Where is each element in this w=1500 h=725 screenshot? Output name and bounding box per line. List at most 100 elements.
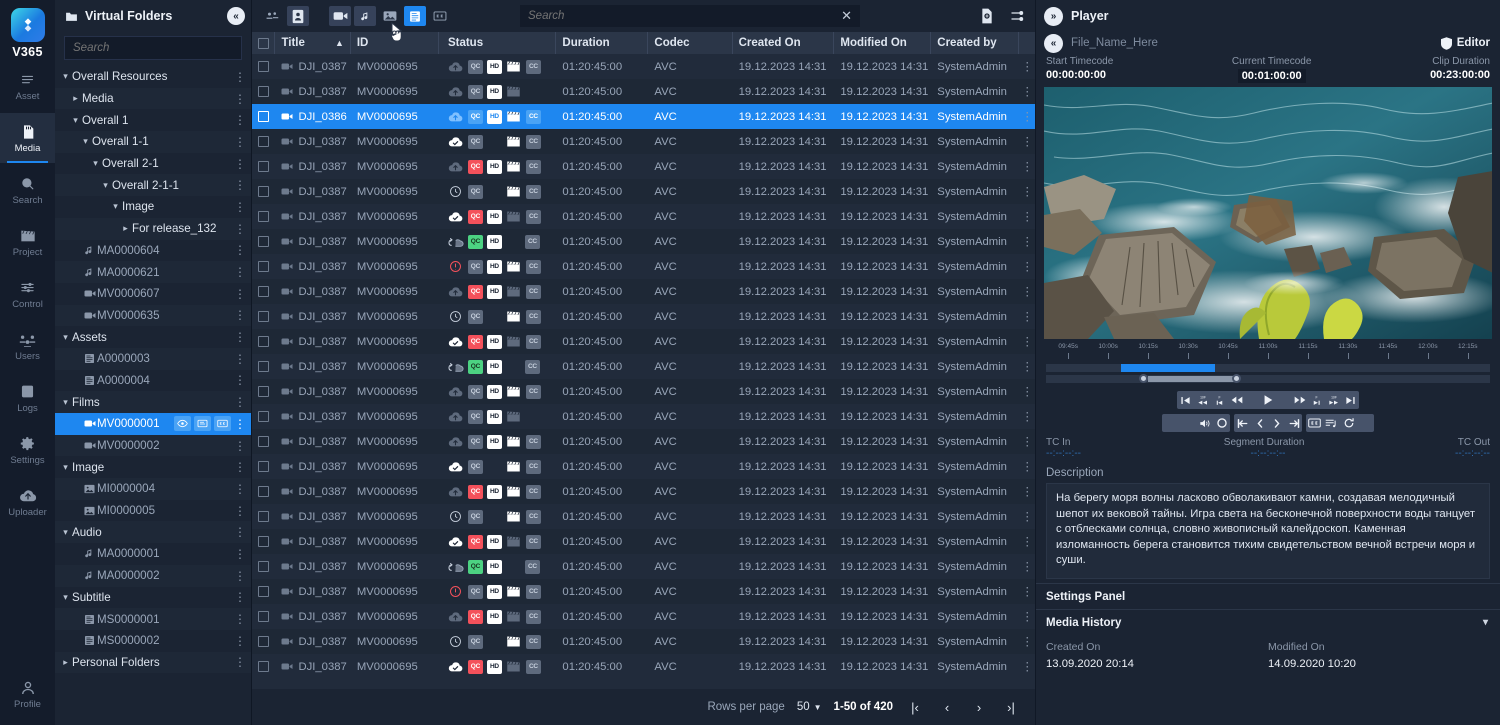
tree-node-menu-icon[interactable]: ⋮ bbox=[233, 504, 247, 518]
table-row[interactable]: DJI_0387 MV0000695 QC HD CC 01:20:45:00 AVC 19.… bbox=[252, 579, 1035, 604]
last-page-button[interactable]: ›| bbox=[1001, 697, 1021, 717]
row-checkbox[interactable] bbox=[252, 354, 275, 379]
row-checkbox[interactable] bbox=[252, 304, 275, 329]
tree-node-selected[interactable]: MV0000001 ⋮ bbox=[55, 413, 251, 435]
tree-node-menu-icon[interactable]: ⋮ bbox=[233, 373, 247, 387]
row-menu-icon[interactable]: ⋮ bbox=[1019, 354, 1035, 379]
tree-node-menu-icon[interactable]: ⋮ bbox=[233, 222, 247, 236]
tree-node[interactable]: MV0000607 ⋮ bbox=[55, 283, 251, 305]
first-page-button[interactable]: |‹ bbox=[905, 697, 925, 717]
row-checkbox[interactable] bbox=[252, 229, 275, 254]
tree-node-menu-icon[interactable]: ⋮ bbox=[233, 243, 247, 257]
chevron-down-icon[interactable]: ▾ bbox=[69, 115, 82, 126]
row-menu-icon[interactable]: ⋮ bbox=[1019, 579, 1035, 604]
table-row[interactable]: DJI_0387 MV0000695 QC HD CC 01:20:45:00 AVC 19.… bbox=[252, 654, 1035, 679]
timeline-track[interactable] bbox=[1046, 364, 1490, 372]
tree-node-menu-icon[interactable]: ⋮ bbox=[233, 135, 247, 149]
expand-right-icon[interactable]: » bbox=[1044, 6, 1063, 26]
table-row[interactable]: DJI_0387 MV0000695 QC HD CC 01:20:45:00 AVC 19.… bbox=[252, 479, 1035, 504]
row-checkbox[interactable] bbox=[252, 604, 275, 629]
next-page-button[interactable]: › bbox=[969, 697, 989, 717]
column-header-created_by[interactable]: Created by bbox=[931, 32, 1020, 54]
row-menu-icon[interactable]: ⋮ bbox=[1019, 479, 1035, 504]
monitor-icon[interactable] bbox=[194, 416, 211, 432]
tree-node[interactable]: ▾ Subtitle ⋮ bbox=[55, 587, 251, 609]
loop-icon[interactable] bbox=[1340, 414, 1357, 432]
eye-icon[interactable] bbox=[174, 416, 191, 432]
prev-page-button[interactable]: ‹ bbox=[937, 697, 957, 717]
go-to-start-icon[interactable] bbox=[1177, 391, 1194, 409]
play-icon[interactable] bbox=[1245, 391, 1291, 409]
row-menu-icon[interactable]: ⋮ bbox=[1019, 79, 1035, 104]
chevron-down-icon[interactable]: ▾ bbox=[59, 592, 72, 603]
tree-node-menu-icon[interactable]: ⋮ bbox=[233, 590, 247, 604]
go-to-end-icon[interactable] bbox=[1342, 391, 1359, 409]
row-checkbox[interactable] bbox=[252, 79, 275, 104]
row-menu-icon[interactable]: ⋮ bbox=[1019, 279, 1035, 304]
tree-node[interactable]: MA0000621 ⋮ bbox=[55, 261, 251, 283]
rail-item-logs[interactable]: Logs bbox=[0, 373, 55, 423]
row-menu-icon[interactable]: ⋮ bbox=[1019, 654, 1035, 679]
row-menu-icon[interactable]: ⋮ bbox=[1019, 154, 1035, 179]
video-filter-icon[interactable] bbox=[329, 6, 351, 26]
row-checkbox[interactable] bbox=[252, 629, 275, 654]
tree-node-menu-icon[interactable]: ⋮ bbox=[233, 482, 247, 496]
rail-item-users[interactable]: Users bbox=[0, 321, 55, 371]
rewind-icon[interactable] bbox=[1228, 391, 1245, 409]
row-menu-icon[interactable]: ⋮ bbox=[1019, 529, 1035, 554]
person-card-filter-icon[interactable] bbox=[287, 6, 309, 26]
search-box[interactable]: ✕ bbox=[520, 5, 860, 27]
tree-node[interactable]: MI0000004 ⋮ bbox=[55, 478, 251, 500]
export-doc-icon[interactable] bbox=[980, 8, 994, 24]
row-checkbox[interactable] bbox=[252, 254, 275, 279]
rail-item-control[interactable]: Control bbox=[0, 269, 55, 319]
tree-node[interactable]: ▸ For release_132 ⋮ bbox=[55, 217, 251, 240]
tree-node-menu-icon[interactable]: ⋮ bbox=[233, 525, 247, 539]
tree-node-menu-icon[interactable]: ⋮ bbox=[233, 287, 247, 301]
row-checkbox[interactable] bbox=[252, 654, 275, 679]
table-row[interactable]: DJI_0387 MV0000695 QC HD CC 01:20:45:00 AVC 19.… bbox=[252, 279, 1035, 304]
column-header-duration[interactable]: Duration bbox=[556, 32, 649, 54]
tree-node[interactable]: ▾ Audio ⋮ bbox=[55, 521, 251, 544]
chevron-down-icon[interactable]: ▾ bbox=[59, 462, 72, 473]
row-menu-icon[interactable]: ⋮ bbox=[1019, 254, 1035, 279]
tree-node[interactable]: ▾ Films ⋮ bbox=[55, 391, 251, 413]
table-row[interactable]: DJI_0387 MV0000695 QC HD CC 01:20:45:00 AVC 19.… bbox=[252, 429, 1035, 454]
rows-per-page-select[interactable]: 50 ▼ bbox=[797, 701, 822, 713]
row-menu-icon[interactable]: ⋮ bbox=[1019, 229, 1035, 254]
step-back-icon[interactable]: F bbox=[1211, 391, 1228, 409]
audio-filter-icon[interactable] bbox=[354, 6, 376, 26]
sort-asc-icon[interactable]: ▲ bbox=[335, 38, 344, 48]
cc-filter-icon[interactable] bbox=[429, 6, 451, 26]
chevron-down-icon[interactable]: ▾ bbox=[1483, 617, 1488, 628]
tree-node[interactable]: MA0000002 ⋮ bbox=[55, 564, 251, 587]
rail-item-media[interactable]: Media bbox=[0, 113, 55, 163]
table-row[interactable]: DJI_0387 MV0000695 QC CC 01:20:45:00 AVC 19.12… bbox=[252, 304, 1035, 329]
tree-node[interactable]: ▾ Overall 1 ⋮ bbox=[55, 109, 251, 131]
row-checkbox[interactable] bbox=[252, 329, 275, 354]
tree-node[interactable]: ▾ Overall Resources ⋮ bbox=[55, 66, 251, 88]
table-row[interactable]: DJI_0387 MV0000695 QC HD CC 01:20:45:00 AVC 19.… bbox=[252, 354, 1035, 379]
mark-out-edge-icon[interactable] bbox=[1285, 414, 1302, 432]
tree-node[interactable]: ▾ Overall 2-1 ⋮ bbox=[55, 153, 251, 175]
row-checkbox[interactable] bbox=[252, 154, 275, 179]
chevron-down-icon[interactable]: ▾ bbox=[59, 71, 72, 82]
description-text[interactable]: На берегу моря волны ласково обволакиваю… bbox=[1046, 483, 1490, 579]
video-preview[interactable] bbox=[1044, 87, 1492, 339]
row-checkbox[interactable] bbox=[252, 504, 275, 529]
tree-node-menu-icon[interactable]: ⋮ bbox=[233, 352, 247, 366]
tree-node-menu-icon[interactable]: ⋮ bbox=[233, 547, 247, 561]
tree-node[interactable]: ▸ Media ⋮ bbox=[55, 87, 251, 110]
table-row[interactable]: DJI_0387 MV0000695 QC HD CC 01:20:45:00 AVC 19.… bbox=[252, 529, 1035, 554]
chevron-down-icon[interactable]: ▾ bbox=[99, 180, 112, 191]
row-checkbox[interactable] bbox=[252, 54, 275, 79]
row-checkbox[interactable] bbox=[252, 129, 275, 154]
table-row[interactable]: DJI_0387 MV0000695 QC HD CC 01:20:45:00 AVC 19.… bbox=[252, 554, 1035, 579]
table-row[interactable]: DJI_0387 MV0000695 QC HD CC 01:20:45:00 AVC 19.… bbox=[252, 204, 1035, 229]
settings-panel-section[interactable]: Settings Panel bbox=[1036, 583, 1500, 609]
column-header-codec[interactable]: Codec bbox=[648, 32, 733, 54]
tree-node-menu-icon[interactable]: ⋮ bbox=[233, 569, 247, 583]
rail-item-uploader[interactable]: Uploader bbox=[0, 477, 55, 527]
column-header-title[interactable]: Title ▲ bbox=[275, 32, 351, 54]
column-header-status[interactable]: Status bbox=[439, 32, 557, 54]
